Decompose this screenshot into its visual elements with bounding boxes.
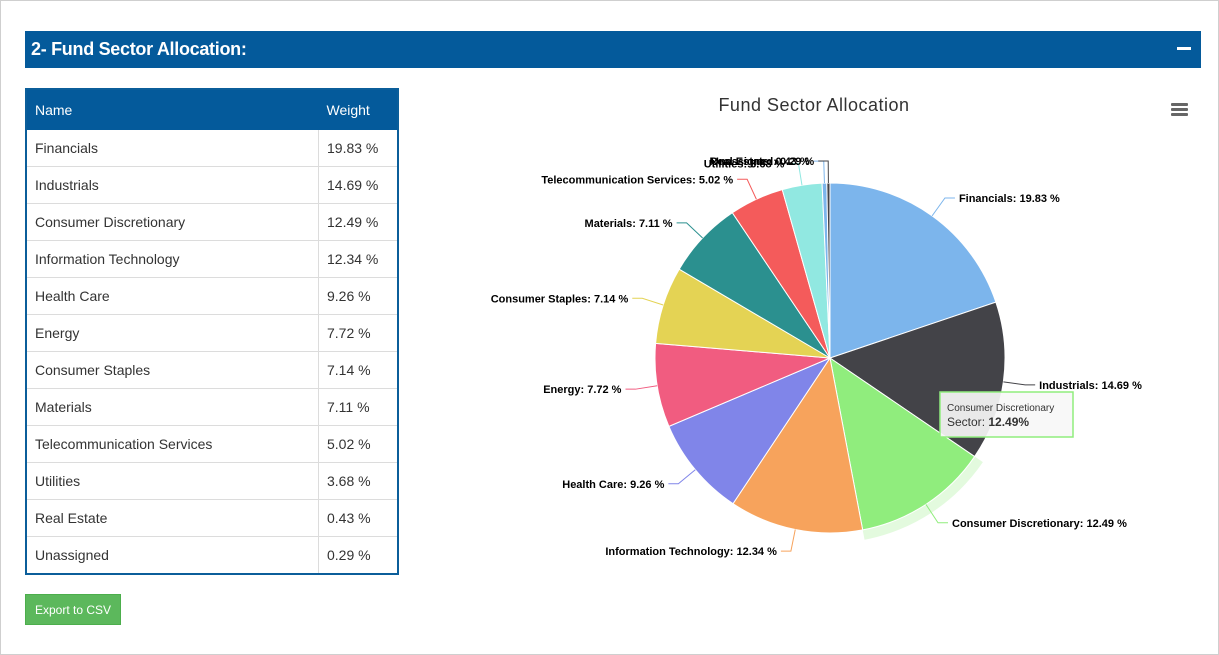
table-row: Energy 7.72 % <box>27 314 397 352</box>
table-row: Materials 7.11 % <box>27 388 397 426</box>
sector-weight-cell: 3.68 % <box>318 462 397 500</box>
sector-table: Name Weight Financials 19.83 % Industrials… <box>25 88 399 575</box>
sector-weight-cell: 14.69 % <box>318 166 397 204</box>
connector-information-technology <box>780 529 796 552</box>
sector-weight-cell: 7.72 % <box>318 314 397 352</box>
connector-financials <box>931 197 955 217</box>
connector-health-care <box>668 469 696 485</box>
sector-weight-cell: 7.14 % <box>318 351 397 389</box>
sector-name-cell: Industrials <box>27 166 319 204</box>
sector-name-cell: Information Technology <box>27 240 319 278</box>
chart-title: Fund Sector Allocation <box>718 95 909 115</box>
table-row: Industrials 14.69 % <box>27 166 397 204</box>
table-row: Unassigned 0.29 % <box>27 536 397 573</box>
sector-weight-cell: 7.11 % <box>318 388 397 426</box>
table-row: Health Care 9.26 % <box>27 277 397 315</box>
section-header: 2- Fund Sector Allocation: <box>25 31 1201 68</box>
collapse-icon[interactable] <box>1177 42 1193 56</box>
table-row: Consumer Staples 7.14 % <box>27 351 397 389</box>
connector-materials <box>676 222 703 239</box>
data-label-health-care: Health Care: 9.26 % <box>562 479 664 491</box>
column-header-name[interactable]: Name <box>27 90 319 130</box>
sector-name-cell: Telecommunication Services <box>27 425 319 463</box>
data-label-telecommunication-services: Telecommunication Services: 5.02 % <box>541 174 733 186</box>
table-row: Telecommunication Services 5.02 % <box>27 425 397 463</box>
data-label-energy: Energy: 7.72 % <box>543 384 621 396</box>
sector-pie-chart: Fund Sector Allocation Financials: 19.83… <box>491 95 1142 558</box>
table-row: Utilities 3.68 % <box>27 462 397 500</box>
sector-weight-cell: 12.49 % <box>318 203 397 241</box>
table-row: Consumer Discretionary 12.49 % <box>27 203 397 241</box>
chart-tooltip: Consumer Discretionary Sector: 12.49% <box>939 391 1074 438</box>
sector-weight-cell: 19.83 % <box>318 130 397 167</box>
tooltip-value: 12.49% <box>988 415 1029 429</box>
connector-telecommunication-services <box>737 178 757 200</box>
data-label-financials: Financials: 19.83 % <box>959 193 1060 205</box>
chart-menu-icon[interactable] <box>1171 102 1189 118</box>
sector-name-cell: Materials <box>27 388 319 426</box>
sector-weight-cell: 0.43 % <box>318 499 397 537</box>
sector-weight-cell: 12.34 % <box>318 240 397 278</box>
sector-name-cell: Health Care <box>27 277 319 315</box>
data-label-materials: Materials: 7.11 % <box>585 218 673 230</box>
sector-name-cell: Real Estate <box>27 499 319 537</box>
tooltip-title: Consumer Discretionary <box>947 403 1054 414</box>
connector-industrials <box>1003 381 1036 386</box>
export-csv-button[interactable]: Export to CSV <box>25 594 121 625</box>
data-label-consumer-staples: Consumer Staples: 7.14 % <box>491 293 629 305</box>
svg-text:Sector: 12.49%: Sector: 12.49% <box>947 415 1029 429</box>
section-title: 2- Fund Sector Allocation: <box>31 39 247 59</box>
table-row: Financials 19.83 % <box>27 130 397 167</box>
sector-weight-cell: 0.29 % <box>318 536 397 573</box>
sector-name-cell: Unassigned <box>35 547 109 563</box>
table-row: Information Technology 12.34 % <box>27 240 397 278</box>
data-label-consumer-discretionary: Consumer Discretionary: 12.49 % <box>952 518 1127 530</box>
connector-consumer-staples <box>632 297 664 306</box>
sector-name-cell: Energy <box>27 314 319 352</box>
sector-name-cell: Utilities <box>27 462 319 500</box>
sector-name-cell: Financials <box>27 130 319 167</box>
sector-weight-cell: 5.02 % <box>318 425 397 463</box>
column-header-weight[interactable]: Weight <box>318 90 397 130</box>
data-label-industrials: Industrials: 14.69 % <box>1039 380 1142 392</box>
sector-name-cell: Consumer Discretionary <box>27 203 319 241</box>
data-label-unassigned: Unassigned: 0.29 % <box>711 156 815 168</box>
connector-unassigned <box>818 160 829 184</box>
table-header-row: Name Weight <box>27 90 397 130</box>
tooltip-series: Sector <box>947 415 982 429</box>
sector-weight-cell: 9.26 % <box>318 277 397 315</box>
table-row: Real Estate 0.43 % <box>27 499 397 537</box>
data-label-information-technology: Information Technology: 12.34 % <box>605 546 777 558</box>
connector-real-estate <box>813 160 825 184</box>
sector-name-cell: Consumer Staples <box>27 351 319 389</box>
connector-energy <box>625 385 658 390</box>
